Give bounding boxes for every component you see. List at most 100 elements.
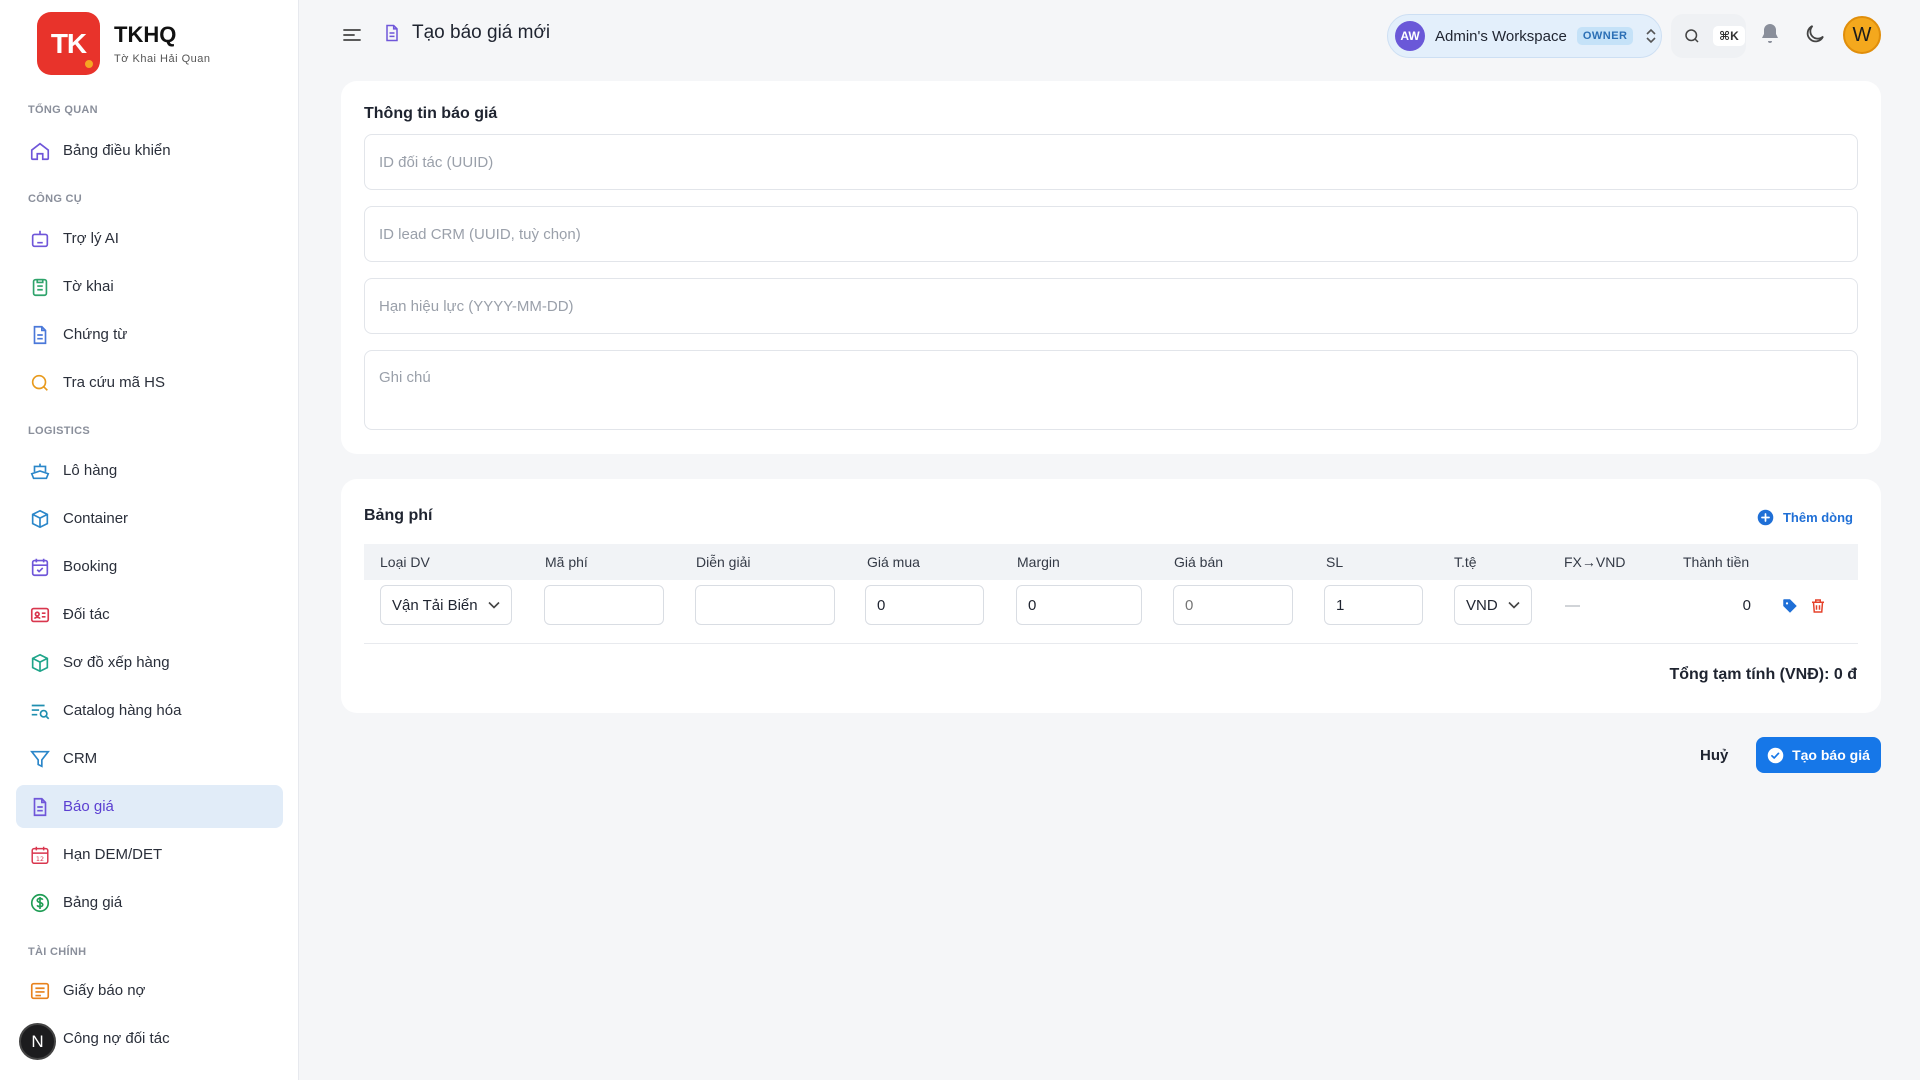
trash-icon[interactable] [1809,597,1827,615]
row-divider [364,643,1858,644]
subtotal-label: Tổng tạm tính (VNĐ): 0 đ [1669,666,1857,683]
sidebar-item-catalog[interactable]: Catalog hàng hóa [16,689,283,732]
margin-input[interactable] [1016,585,1142,625]
sidebar-item-container[interactable]: Container [16,497,283,540]
currency-value: VND [1466,596,1498,614]
sidebar-item-label: Hạn DEM/DET [63,846,163,863]
column-header: T.tệ [1454,554,1477,570]
sidebar-item-shipments[interactable]: Lô hàng [16,449,283,492]
page-title: Tạo báo giá mới [412,22,551,43]
robot-icon [31,230,49,247]
sidebar-item-quotes[interactable]: Báo giá [16,785,283,828]
quantity-input[interactable] [1324,585,1423,625]
buy-price-input[interactable] [865,585,984,625]
column-header: Giá mua [867,554,920,570]
currency-select[interactable]: VND [1454,585,1532,625]
validity-date-input[interactable] [364,278,1858,334]
menu-toggle-icon[interactable] [342,25,362,45]
sidebar-item-booking[interactable]: Booking [16,545,283,588]
sidebar-item-dashboard[interactable]: Bảng điều khiển [16,129,283,172]
sidebar-item-partner-debts[interactable]: Công nợ đối tác [16,1017,283,1060]
dark-mode-toggle-icon[interactable] [1803,22,1827,46]
column-header: Thành tiền [1683,554,1750,570]
sidebar-item-label: Chứng từ [63,326,128,343]
column-header: Diễn giải [696,554,751,570]
user-avatar[interactable]: W [1843,16,1881,54]
sidebar-item-label: Bảng giá [63,894,123,911]
document-icon [33,325,47,344]
sidebar-item-label: Lô hàng [63,462,118,479]
id-card-icon [30,607,50,622]
partner-id-input[interactable] [364,134,1858,190]
sidebar-item-label: Đối tác [63,606,110,623]
clipboard-icon [32,278,48,296]
search-icon [1685,29,1699,43]
tag-icon[interactable] [1781,597,1799,615]
funnel-icon [30,750,50,768]
brand[interactable]: TK TKHQ Tờ Khai Hải Quan [37,12,211,75]
sidebar-item-partners[interactable]: Đối tác [16,593,283,636]
description-input[interactable] [695,585,835,625]
workspace-avatar: AW [1395,21,1425,51]
quote-info-card: Thông tin báo giá [341,81,1881,454]
sidebar-item-load-plan[interactable]: Sơ đồ xếp hàng [16,641,283,684]
add-row-label: Thêm dòng [1782,510,1853,525]
crm-lead-id-input[interactable] [364,206,1858,262]
sell-price-input [1173,585,1293,625]
sidebar-item-label: Container [63,510,129,527]
sidebar-item-debit-notes[interactable]: Giấy báo nợ [16,969,283,1012]
ship-icon [30,463,50,479]
create-quote-button[interactable]: Tạo báo giá [1756,737,1881,773]
fee-code-input[interactable] [544,585,664,625]
sidebar: TK TKHQ Tờ Khai Hải Quan TỔNG QUAN Bảng … [0,0,299,1080]
dollar-circle-icon [30,893,50,912]
sidebar-item-label: Báo giá [63,798,114,815]
cancel-button[interactable]: Huỷ [1700,747,1728,764]
sidebar-item-label: Bảng điều khiển [63,142,171,159]
quote-info-title: Thông tin báo giá [364,105,498,122]
search-button[interactable]: ⌘K [1671,14,1746,58]
search-icon [31,374,48,391]
table-header: Loại DV Mã phí Diễn giải Giá mua Margin … [364,544,1858,580]
sidebar-item-declarations[interactable]: Tờ khai [16,265,283,308]
sidebar-item-documents[interactable]: Chứng từ [16,313,283,356]
message-lines-icon [30,982,50,999]
workspace-role-badge: OWNER [1576,27,1634,45]
chevron-down-icon [488,601,500,609]
logo: TK [37,12,100,75]
service-type-select[interactable]: Vận Tải Biển [380,585,512,625]
sidebar-item-label: Trợ lý AI [63,230,119,247]
sidebar-item-crm[interactable]: CRM [16,737,283,780]
home-icon [30,142,50,160]
brand-subtitle: Tờ Khai Hải Quan [114,53,211,65]
sidebar-item-label: Sơ đồ xếp hàng [63,654,170,671]
sidebar-item-label: Booking [63,558,118,575]
fx-to-vnd-value: — [1565,597,1580,614]
bell-icon[interactable] [1758,22,1782,46]
check-circle-icon [1767,747,1784,763]
calendar-12-icon: 12 [31,846,49,864]
sidebar-item-ai-assistant[interactable]: Trợ lý AI [16,217,283,260]
column-header: SL [1326,554,1344,570]
chevron-up-down-icon [1646,28,1657,44]
cube-icon [31,653,49,672]
search-shortcut: ⌘K [1713,26,1745,46]
add-row-button[interactable]: Thêm dòng [1757,509,1853,526]
sidebar-item-label: Catalog hàng hóa [63,702,182,719]
workspace-switcher[interactable]: AW Admin's Workspace OWNER [1387,14,1662,58]
workspace-name: Admin's Workspace [1435,27,1567,45]
document-icon [386,24,398,42]
page-title-wrap: Tạo báo giá mới [382,22,550,44]
create-quote-label: Tạo báo giá [1792,747,1870,763]
quote-document-icon [33,797,47,816]
column-header: Margin [1017,554,1060,570]
fee-table-card: Bảng phí Thêm dòng Loại DV Mã phí Diễn g… [341,479,1881,713]
notes-textarea[interactable] [364,350,1858,430]
section-label-tools: CÔNG CỤ [28,193,83,205]
sidebar-item-hs-lookup[interactable]: Tra cứu mã HS [16,361,283,404]
sidebar-item-dem-det[interactable]: 12 Hạn DEM/DET [16,833,283,876]
sidebar-item-price-list[interactable]: Bảng giá [16,881,283,924]
sidebar-item-label: Tra cứu mã HS [63,374,166,391]
logo-text: TK [50,27,87,59]
devtools-badge[interactable]: N [19,1023,56,1060]
